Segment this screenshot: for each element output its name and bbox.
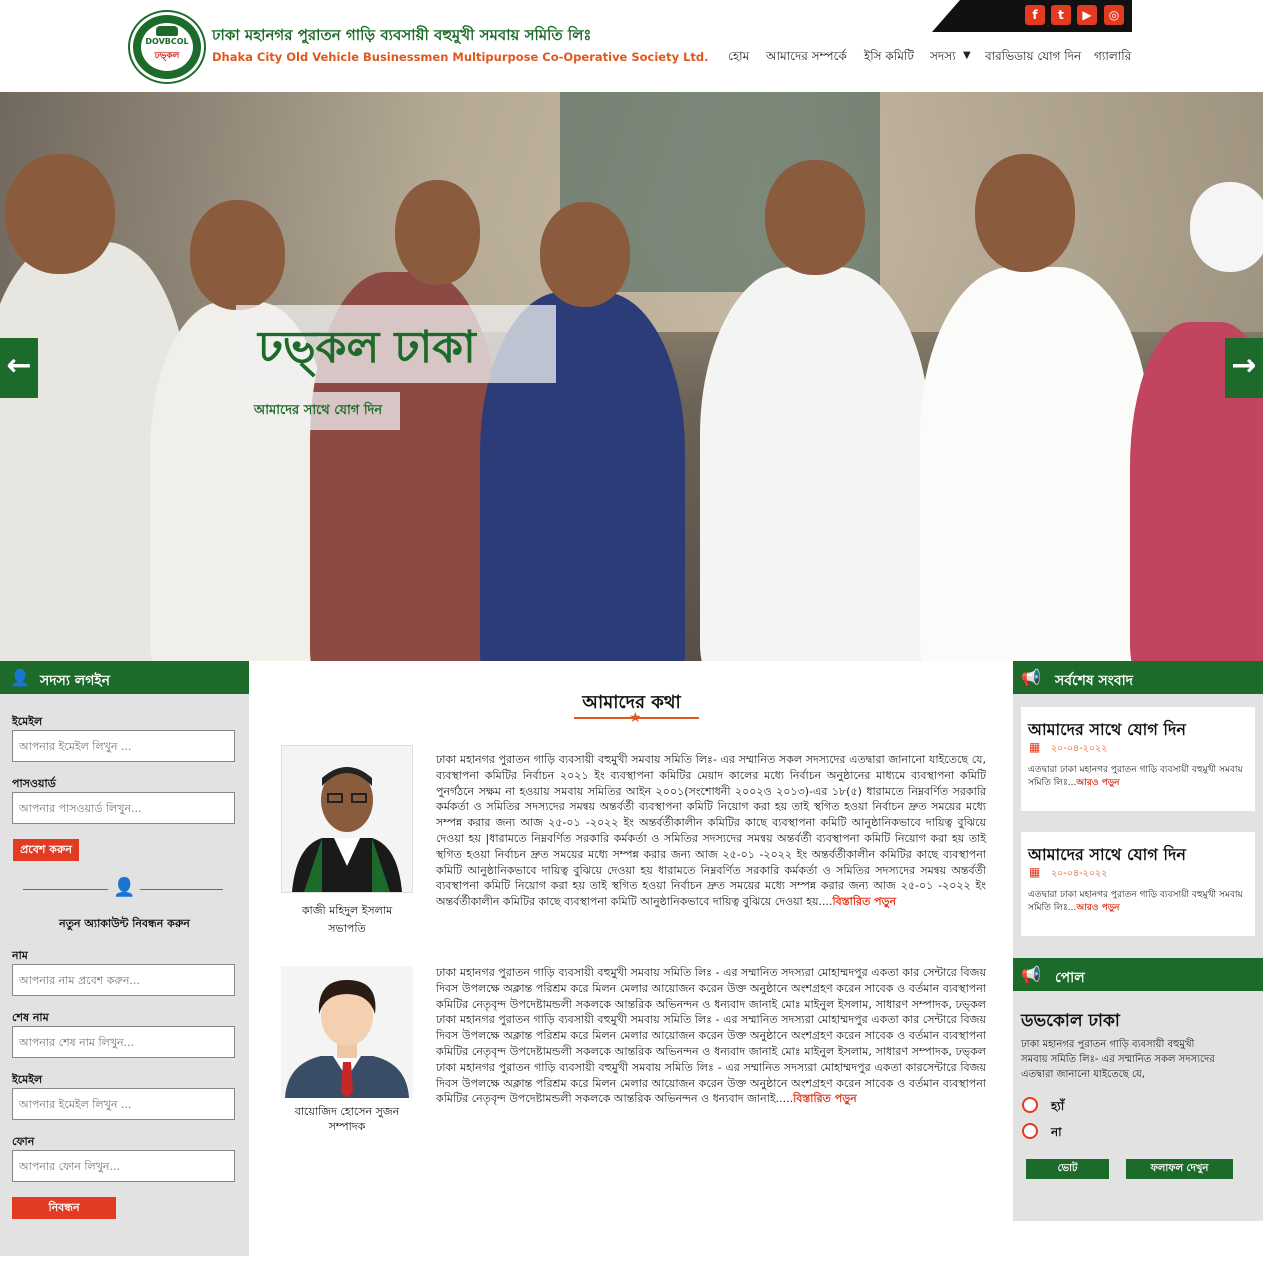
hero-person-head [765,160,865,275]
avatar-placeholder [281,966,413,1098]
brand-name-english: Dhaka City Old Vehicle Businessmen Multi… [212,50,709,64]
news-header: 📢 সর্বশেষ সংবাদ [1013,661,1263,694]
news-title[interactable]: আমাদের সাথে যোগ দিন [1028,842,1186,869]
hero-person-head [190,200,285,310]
poll-description: ঢাকা মহানগর পুরাতন গাড়ি ব্যবসায়ী বহুমু… [1021,1039,1215,1080]
youtube-icon[interactable]: ▶ [1077,5,1097,25]
slider-prev-arrow-icon[interactable]: ← [0,338,38,398]
login-email-input[interactable] [12,730,235,762]
news-excerpt-text: এতদ্বারা ঢাকা মহানগর পুরাতন গাড়ি ব্যবসা… [1028,765,1243,788]
megaphone-icon: 📢 [1021,668,1041,687]
hero-slider: ঢভ্কল ঢাকা আমাদের সাথে যোগ দিন ← → [0,92,1263,661]
poll-option-no-label: না [1051,1125,1062,1139]
news-excerpt: এতদ্বারা ঢাকা মহানগর পুরাতন গাড়ি ব্যবসা… [1028,764,1248,790]
secretary-role: সম্পাদক [328,1120,366,1133]
logo-text-bottom: ঢভ্কল [154,51,180,61]
nav-home[interactable]: হোম [728,48,749,66]
star-icon: ★ [629,710,642,726]
divider-left [23,889,108,890]
hero-title: ঢভ্কল ঢাকা [258,322,476,373]
poll-header: 📢 পোল [1013,958,1263,991]
poll-title: ডভকোল ঢাকা [1021,1011,1120,1031]
hero-person-head [540,202,630,307]
news-excerpt: এতদ্বারা ঢাকা মহানগর পুরাতন গাড়ি ব্যবসা… [1028,889,1248,915]
hero-person-head [395,180,480,285]
hero-join-button[interactable]: আমাদের সাথে যোগ দিন [236,392,400,430]
nav-about[interactable]: আমাদের সম্পর্কে [766,48,847,66]
news-date: ২০-০৪-২০২২ [1051,743,1108,754]
news-read-more-link[interactable]: আরও পড়ুন [1076,778,1119,788]
vote-button[interactable]: ভোট [1026,1159,1109,1179]
secretary-message: ঢাকা মহানগর পুরাতন গাড়ি ব্যবসায়ী বহুমু… [436,965,986,1107]
calendar-icon: ▦ [1029,740,1041,754]
user-icon: 👤 [10,668,30,687]
poll-option-yes-label: হ্যাঁ [1051,1099,1065,1113]
hero-person [700,267,930,661]
poll-option-no-radio[interactable] [1022,1123,1038,1139]
hero-person-head [975,154,1075,272]
nav-members[interactable]: সদস্য [930,48,956,66]
secretary-photo [281,966,413,1098]
user-plus-icon: 👤 [113,877,136,898]
poll-option-yes-radio[interactable] [1022,1097,1038,1113]
brand-name-bengali: ঢাকা মহানগর পুরাতন গাড়ি ব্যবসায়ী বহুমু… [212,26,592,44]
login-password-input[interactable] [12,792,235,824]
hero-person-cap [1190,182,1263,272]
site-logo[interactable]: DOVBCOL ঢভ্কল [130,12,204,82]
register-lastname-input[interactable] [12,1026,235,1058]
instagram-icon[interactable]: ◎ [1104,5,1124,25]
president-photo [281,745,413,893]
news-heading: সর্বশেষ সংবাদ [1055,673,1134,689]
login-submit-button[interactable]: প্রবেশ করুন [13,839,79,861]
hero-person-head [5,154,115,274]
slider-next-arrow-icon[interactable]: → [1225,338,1263,398]
hero-person [920,267,1150,661]
calendar-icon: ▦ [1029,865,1041,879]
secretary-read-more-link[interactable]: বিস্তারিত পড়ুন [793,1092,857,1105]
nav-join[interactable]: বারভিডায় যোগ দিন [985,48,1081,66]
president-portrait [282,746,412,892]
register-phone-input[interactable] [12,1150,235,1182]
news-read-more-link[interactable]: আরও পড়ুন [1076,903,1119,913]
news-card[interactable]: আমাদের সাথে যোগ দিন ▦ ২০-০৪-২০২২ এতদ্বার… [1021,707,1255,811]
president-message-text: ঢাকা মহানগর পুরাতন গাড়ি ব্যবসায়ী বহুমু… [436,753,986,909]
news-excerpt-text: এতদ্বারা ঢাকা মহানগর পুরাতন গাড়ি ব্যবসা… [1028,890,1243,913]
president-message: ঢাকা মহানগর পুরাতন গাড়ি ব্যবসায়ী বহুমু… [436,752,986,910]
secretary-message-text: ঢাকা মহানগর পুরাতন গাড়ি ব্যবসায়ী বহুমু… [436,966,986,1106]
megaphone-icon: 📢 [1021,965,1041,984]
logo-text-top: DOVBCOL [145,37,189,46]
site-header: DOVBCOL ঢভ্কল ঢাকা মহানগর পুরাতন গাড়ি ব… [0,0,1263,92]
chevron-down-icon[interactable]: ▼ [963,50,971,61]
register-submit-button[interactable]: নিবন্ধন [12,1197,116,1219]
news-card[interactable]: আমাদের সাথে যোগ দিন ▦ ২০-০৪-২০২২ এতদ্বার… [1021,832,1255,936]
poll-heading: পোল [1055,970,1085,986]
president-read-more-link[interactable]: বিস্তারিত পড়ুন [833,895,897,908]
news-title[interactable]: আমাদের সাথে যোগ দিন [1028,717,1186,744]
member-sidebar: 👤 সদস্য লগইন ইমেইল পাসওয়ার্ড প্রবেশ করু… [0,661,249,1256]
register-name-input[interactable] [12,964,235,996]
news-date: ২০-০৪-২০২২ [1051,868,1108,879]
news-sidebar: 📢 সর্বশেষ সংবাদ আমাদের সাথে যোগ দিন ▦ ২০… [1013,661,1263,1221]
divider-right [140,889,223,890]
register-email-input[interactable] [12,1088,235,1120]
view-results-button[interactable]: ফলাফল দেখুন [1126,1159,1233,1179]
nav-gallery[interactable]: গ্যালারি [1094,48,1131,66]
car-icon [156,26,178,36]
facebook-icon[interactable]: f [1025,5,1045,25]
logo-inner: DOVBCOL ঢভ্কল [141,23,193,71]
twitter-icon[interactable]: t [1051,5,1071,25]
president-name: কাজী মহিদুল ইসলাম [301,904,393,917]
president-role: সভাপতি [328,922,366,935]
register-title: নতুন অ্যাকাউন্ট নিবন্ধন করুন [59,917,190,930]
nav-ec-committee[interactable]: ইসি কমিটি [864,48,914,66]
